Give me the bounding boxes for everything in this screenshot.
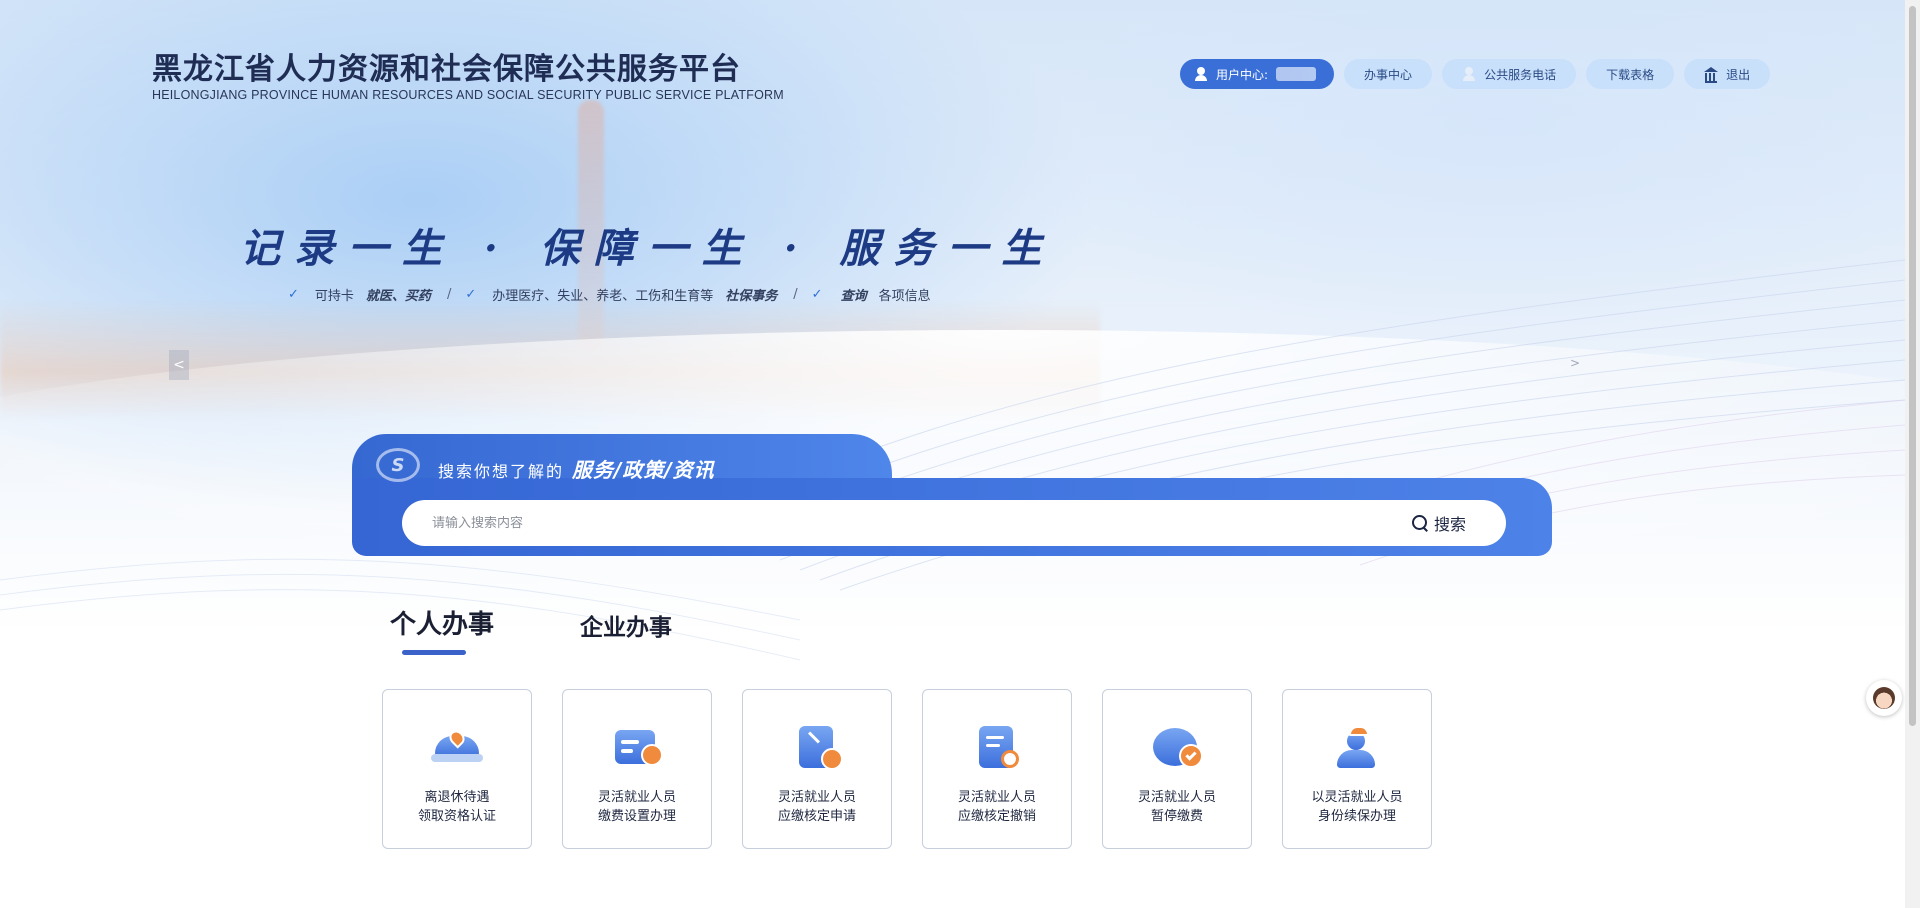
page-background: 黑龙江省人力资源和社会保障公共服务平台 HEILONGJIANG PROVINC… bbox=[0, 0, 1905, 908]
document-search-icon bbox=[969, 722, 1025, 772]
tab-personal[interactable]: 个人办事 bbox=[390, 604, 494, 655]
card-label-line2: 缴费设置办理 bbox=[597, 809, 676, 824]
card-label-line1: 以灵活就业人员 bbox=[1311, 790, 1403, 805]
check-icon: ✓ bbox=[288, 287, 299, 302]
logout-button[interactable]: 退出 bbox=[1684, 59, 1771, 89]
top-nav: 用户中心: 办事中心 公共服务电话 下载表格 退出 bbox=[1180, 59, 1771, 89]
card-label-line2: 领取资格认证 bbox=[417, 809, 496, 824]
feature-2-pre: 办理医疗、失业、养老、工伤和生育等 bbox=[492, 289, 714, 304]
service-center-button[interactable]: 办事中心 bbox=[1344, 59, 1433, 89]
card-label-line1: 灵活就业人员 bbox=[957, 790, 1036, 805]
avatar-icon bbox=[1873, 687, 1895, 709]
site-title: 黑龙江省人力资源和社会保障公共服务平台 bbox=[152, 52, 741, 87]
search-button-label: 搜索 bbox=[1433, 515, 1466, 534]
search-button[interactable]: 搜索 bbox=[1411, 511, 1466, 535]
assistant-avatar-button[interactable] bbox=[1866, 680, 1902, 716]
page-scrollbar[interactable] bbox=[1905, 0, 1920, 908]
service-card-payment-setup[interactable]: 灵活就业人员 缴费设置办理 bbox=[562, 689, 712, 849]
user-center-button[interactable]: 用户中心: bbox=[1180, 59, 1335, 89]
banner-next-button[interactable]: > bbox=[1570, 356, 1580, 370]
card-label: 灵活就业人员 缴费设置办理 bbox=[598, 788, 676, 826]
check-icon: ✓ bbox=[465, 287, 477, 302]
clipboard-yuan-icon bbox=[789, 722, 845, 772]
police-cap-icon bbox=[429, 722, 485, 772]
public-phone-label: 公共服务电话 bbox=[1484, 67, 1557, 82]
banner-prev-button[interactable]: < bbox=[169, 350, 189, 380]
service-card-assessment-revoke[interactable]: 灵活就业人员 应缴核定撤销 bbox=[922, 689, 1072, 849]
search-tip-text: 搜索你想了解的 bbox=[438, 462, 565, 481]
card-label-line2: 应缴核定申请 bbox=[777, 809, 856, 824]
download-forms-label: 下载表格 bbox=[1606, 67, 1655, 82]
person-icon bbox=[1462, 67, 1476, 81]
search-panel: S 搜索你想了解的服务/政策/资讯 搜索 bbox=[352, 434, 1552, 556]
pause-check-icon bbox=[1149, 722, 1205, 772]
scrollbar-thumb[interactable] bbox=[1909, 6, 1916, 726]
site-subtitle: HEILONGJIANG PROVINCE HUMAN RESOURCES AN… bbox=[152, 88, 784, 102]
service-tabs: 个人办事 企业办事 bbox=[390, 604, 672, 655]
card-label: 以灵活就业人员 身份续保办理 bbox=[1311, 788, 1402, 826]
card-label-line1: 灵活就业人员 bbox=[777, 790, 856, 805]
card-label: 灵活就业人员 应缴核定撤销 bbox=[958, 788, 1036, 826]
card-label: 灵活就业人员 暂停缴费 bbox=[1138, 788, 1216, 826]
feature-2-bold: 社保事务 bbox=[725, 289, 778, 304]
search-tip: 搜索你想了解的 服务/政策/资讯 bbox=[438, 454, 715, 483]
card-label-line2: 暂停缴费 bbox=[1150, 809, 1203, 824]
social-security-logo: S bbox=[376, 448, 420, 482]
card-label-line2: 应缴核定撤销 bbox=[957, 809, 1036, 824]
user-icon bbox=[1194, 67, 1208, 81]
service-card-continue-insurance[interactable]: 以灵活就业人员 身份续保办理 bbox=[1282, 689, 1432, 849]
check-icon: ✓ bbox=[811, 287, 823, 302]
banner-slogan: 记录一生 · 保障一生 · 服务一生 bbox=[240, 225, 1056, 272]
tab-enterprise[interactable]: 企业办事 bbox=[580, 608, 672, 659]
building-icon bbox=[1704, 67, 1719, 83]
feature-separator: / bbox=[446, 287, 452, 302]
worker-icon bbox=[1329, 722, 1385, 772]
search-icon bbox=[1411, 515, 1428, 531]
feature-1-bold: 就医、买药 bbox=[365, 289, 431, 304]
download-forms-button[interactable]: 下载表格 bbox=[1586, 59, 1675, 89]
search-input[interactable] bbox=[402, 515, 1412, 531]
masked-username bbox=[1276, 67, 1317, 81]
card-label-line2: 身份续保办理 bbox=[1317, 809, 1396, 824]
user-center-label: 用户中心: bbox=[1216, 67, 1269, 82]
feature-3-bold: 查询 bbox=[840, 289, 867, 304]
search-tip-bold: 服务/政策/资讯 bbox=[572, 458, 715, 482]
logout-label: 退出 bbox=[1726, 67, 1751, 82]
payment-card-icon bbox=[609, 722, 665, 772]
public-phone-button[interactable]: 公共服务电话 bbox=[1442, 59, 1577, 89]
search-box: 搜索 bbox=[402, 500, 1506, 546]
card-label-line1: 离退休待遇 bbox=[424, 790, 490, 805]
feature-3-post: 各项信息 bbox=[878, 289, 931, 304]
service-card-assessment-apply[interactable]: 灵活就业人员 应缴核定申请 bbox=[742, 689, 892, 849]
card-label-line1: 灵活就业人员 bbox=[597, 790, 676, 805]
service-center-label: 办事中心 bbox=[1364, 67, 1413, 82]
card-label: 灵活就业人员 应缴核定申请 bbox=[778, 788, 856, 826]
service-cards: 离退休待遇 领取资格认证 灵活就业人员 缴费设置办理 灵活就业人员 应缴核定申请… bbox=[382, 689, 1432, 849]
card-label: 离退休待遇 领取资格认证 bbox=[418, 788, 496, 826]
service-card-retirement-certification[interactable]: 离退休待遇 领取资格认证 bbox=[382, 689, 532, 849]
feature-separator: / bbox=[793, 287, 798, 302]
banner-features: ✓ 可持卡 就医、买药 / ✓ 办理医疗、失业、养老、工伤和生育等 社保事务 /… bbox=[288, 285, 931, 304]
service-card-pause-payment[interactable]: 灵活就业人员 暂停缴费 bbox=[1102, 689, 1252, 849]
card-label-line1: 灵活就业人员 bbox=[1137, 790, 1216, 805]
feature-1-pre: 可持卡 bbox=[314, 289, 354, 304]
